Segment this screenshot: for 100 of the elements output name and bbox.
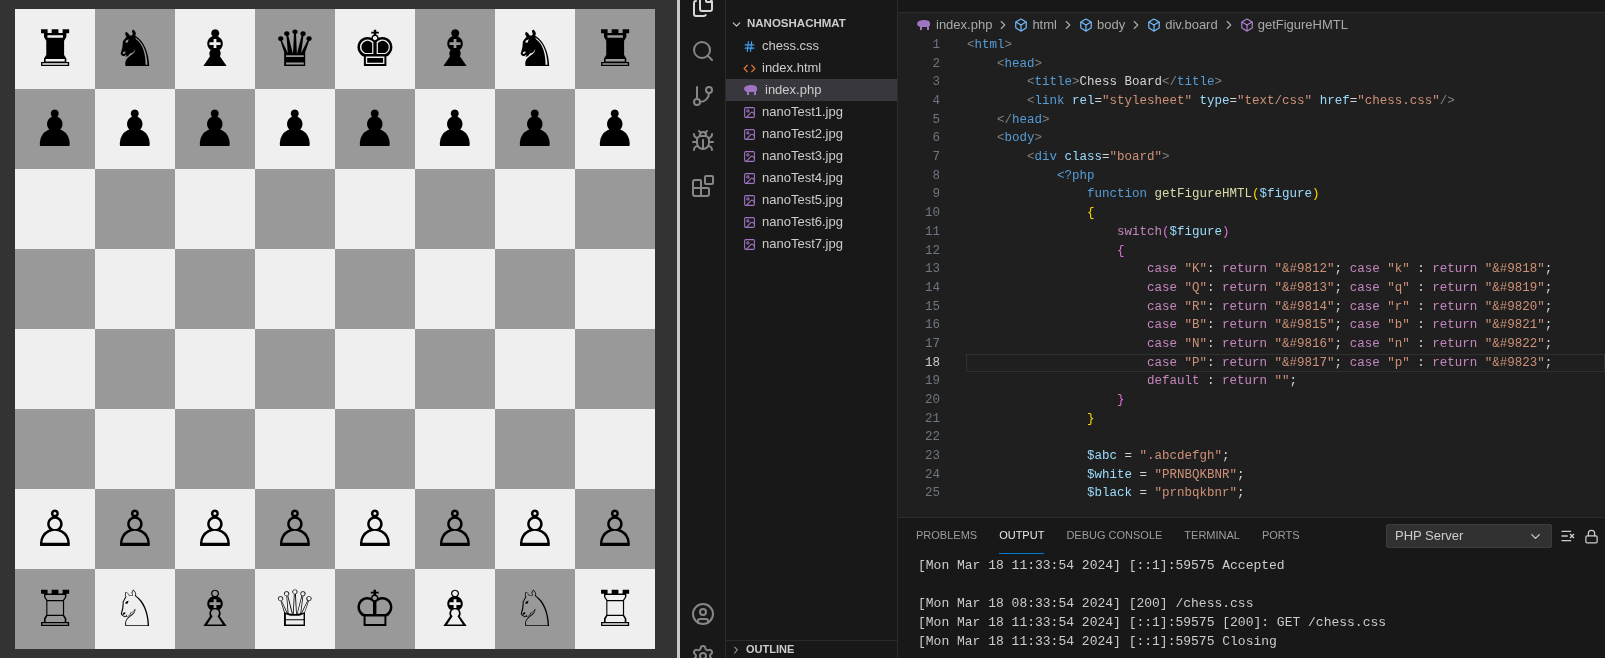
- image-icon: [743, 193, 756, 207]
- file-item[interactable]: index.php: [726, 79, 897, 101]
- code-line: <body>: [996, 130, 1044, 148]
- chess-piece: ♟: [352, 104, 398, 154]
- chess-piece: ♘: [112, 584, 158, 634]
- extensions-icon[interactable]: [690, 174, 715, 198]
- chess-piece: ♙: [592, 504, 638, 554]
- chess-piece: ♜: [32, 24, 78, 74]
- output-line: [Mon Mar 18 11:33:54 2024] [::1]:59575 [200]: GET /chess.css: [918, 614, 1388, 632]
- code-line: function getFigureHMTL($figure): [1086, 186, 1321, 204]
- folder-header[interactable]: NANOSHACHMAT: [726, 13, 897, 35]
- file-item[interactable]: nanoTest4.jpg: [726, 167, 897, 189]
- search-icon[interactable]: [690, 39, 715, 63]
- file-item[interactable]: index.html: [726, 57, 897, 79]
- chess-piece: ♙: [432, 504, 478, 554]
- chess-piece: ♗: [192, 584, 238, 634]
- clear-list-icon[interactable]: [1560, 528, 1576, 544]
- lock-icon[interactable]: [1584, 528, 1599, 544]
- chess-piece: ♘: [512, 584, 558, 634]
- chess-piece: ♗: [432, 584, 478, 634]
- chess-piece: ♜: [592, 24, 638, 74]
- chess-piece: ♙: [192, 504, 238, 554]
- code-line: case "B": return "&#9815"; case "b" : return "&#9821";: [1146, 317, 1554, 335]
- code-line: default : return "";: [1146, 373, 1299, 391]
- chess-piece: ♞: [512, 24, 558, 74]
- breadcrumb-item[interactable]: body: [1078, 14, 1126, 35]
- line-number: 3: [931, 74, 940, 92]
- chess-piece: ♟: [272, 104, 318, 154]
- image-icon: [743, 127, 756, 141]
- code-line: <?php: [1056, 167, 1096, 185]
- file-item[interactable]: nanoTest5.jpg: [726, 189, 897, 211]
- line-number: 22: [924, 429, 940, 447]
- hash-icon: [743, 39, 756, 53]
- line-number: 21: [924, 410, 940, 428]
- outline-header[interactable]: OUTLINE: [726, 640, 897, 658]
- chess-piece: ♙: [512, 504, 558, 554]
- file-item[interactable]: nanoTest6.jpg: [726, 211, 897, 233]
- code-line: case "K": return "&#9812"; case "k" : return "&#9818";: [1146, 261, 1554, 279]
- image-icon: [743, 215, 756, 229]
- breadcrumb-item[interactable]: div.board: [1147, 14, 1218, 35]
- cube-icon: [1239, 17, 1254, 32]
- breadcrumb-item[interactable]: getFigureHMTL: [1239, 14, 1348, 35]
- breadcrumb-item[interactable]: html: [1014, 14, 1057, 35]
- chess-piece: ♙: [112, 504, 158, 554]
- panel-tab[interactable]: PORTS: [1261, 518, 1300, 554]
- code-line: switch($figure): [1116, 223, 1231, 241]
- line-number: 18: [924, 354, 940, 372]
- chess-piece: ♟: [32, 104, 78, 154]
- breadcrumb-item[interactable]: index.php: [916, 14, 993, 35]
- chess-piece: ♕: [272, 584, 318, 634]
- panel-tab[interactable]: OUTPUT: [999, 518, 1045, 554]
- chess-piece: ♛: [272, 24, 318, 74]
- file-item[interactable]: nanoTest7.jpg: [726, 233, 897, 255]
- code-line: $black = "prnbqkbnr";: [1086, 485, 1246, 503]
- line-number: 25: [924, 485, 940, 503]
- code-line: {: [1086, 205, 1096, 223]
- line-number: 14: [924, 279, 940, 297]
- chess-piece: ♚: [352, 24, 398, 74]
- line-number: 5: [931, 111, 940, 129]
- cube-icon: [1147, 17, 1162, 32]
- output-line: [Mon Mar 18 11:33:54 2024] [::1]:59575 Accepted: [918, 557, 1286, 575]
- code-line: $white = "PRNBQKBNR";: [1086, 466, 1246, 484]
- line-number: 10: [924, 205, 940, 223]
- code-line: $abc = ".abcdefgh";: [1086, 448, 1231, 466]
- output-line: [Mon Mar 18 11:33:54 2024] [::1]:59575 Closing: [918, 633, 1278, 651]
- account-icon[interactable]: [690, 602, 715, 626]
- code-line: {: [1116, 242, 1126, 260]
- line-number: 23: [924, 448, 940, 466]
- file-item[interactable]: nanoTest3.jpg: [726, 145, 897, 167]
- file-item[interactable]: chess.css: [726, 35, 897, 57]
- panel-tab[interactable]: DEBUG CONSOLE: [1066, 518, 1163, 554]
- line-number: 13: [924, 261, 940, 279]
- branch-icon[interactable]: [690, 84, 715, 108]
- line-number: 20: [924, 392, 940, 410]
- image-icon: [743, 171, 756, 185]
- code-line: <div class="board">: [1026, 149, 1171, 167]
- chess-piece: ♟: [112, 104, 158, 154]
- channel-dropdown[interactable]: PHP Server: [1386, 524, 1552, 548]
- panel-tab[interactable]: PROBLEMS: [916, 518, 978, 554]
- code-line: <link rel="stylesheet" type="text/css" href="chess.css"/>: [1026, 93, 1456, 111]
- bug-icon[interactable]: [690, 129, 715, 153]
- chess-piece: ♟: [592, 104, 638, 154]
- chess-piece: ♖: [592, 584, 638, 634]
- panel-tab[interactable]: TERMINAL: [1184, 518, 1240, 554]
- file-item[interactable]: nanoTest2.jpg: [726, 123, 897, 145]
- file-item[interactable]: nanoTest1.jpg: [726, 101, 897, 123]
- code-line: case "Q": return "&#9813"; case "q" : return "&#9819";: [1146, 279, 1554, 297]
- code-line: case "R": return "&#9814"; case "r" : return "&#9820";: [1146, 298, 1554, 316]
- code-line: }: [1086, 410, 1096, 428]
- cube-icon: [1078, 17, 1093, 32]
- line-number: 7: [931, 149, 940, 167]
- image-icon: [743, 105, 756, 119]
- code-line: }: [1116, 392, 1126, 410]
- code-line: <title>Chess Board</title>: [1026, 74, 1224, 92]
- image-icon: [743, 237, 756, 251]
- files-icon[interactable]: [690, 0, 715, 18]
- line-number: 6: [931, 130, 940, 148]
- chess-piece: ♝: [432, 24, 478, 74]
- chess-piece: ♝: [192, 24, 238, 74]
- image-icon: [743, 149, 756, 163]
